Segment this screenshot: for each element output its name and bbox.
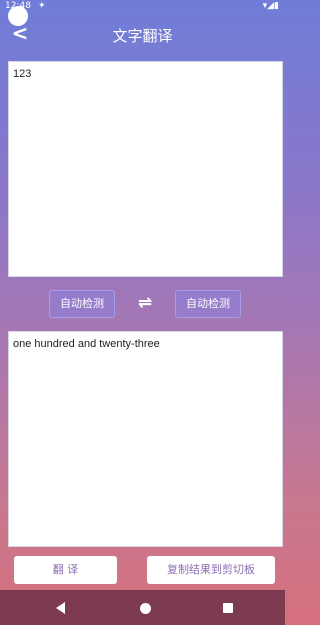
source-language-button[interactable]: 自动检测 (49, 290, 115, 318)
title-bar: < 文字翻译 (0, 16, 285, 54)
translate-button[interactable]: 翻 译 (14, 556, 117, 584)
nav-home-icon[interactable] (140, 603, 151, 614)
notification-icon: ✦ (38, 1, 46, 11)
nav-back-icon[interactable] (56, 602, 65, 614)
target-language-button[interactable]: 自动检测 (175, 290, 241, 318)
page-title: 文字翻译 (112, 27, 173, 45)
status-icons: ▾◢▮ (262, 1, 279, 11)
result-text: one hundred and twenty-three (13, 338, 160, 350)
status-bar: 12:48 ✦ ▾◢▮ (0, 0, 285, 16)
swap-icon[interactable]: ⇌ (133, 290, 157, 318)
system-nav-bar (0, 590, 285, 625)
source-text: 123 (13, 68, 32, 80)
nav-recent-icon[interactable] (223, 603, 233, 613)
copy-result-button[interactable]: 复制结果到剪切板 (147, 556, 275, 584)
source-text-input[interactable]: 123 (8, 61, 283, 277)
result-text-area[interactable]: one hundred and twenty-three (8, 331, 283, 547)
